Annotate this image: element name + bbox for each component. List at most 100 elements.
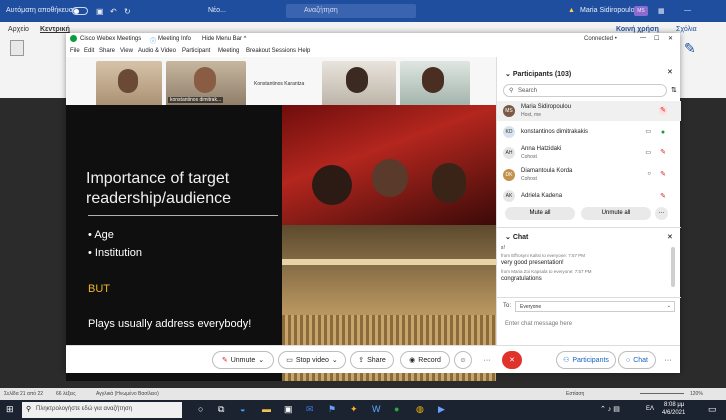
mail-icon[interactable]: ✉ xyxy=(306,404,314,415)
chevron-down-icon: ⌄ xyxy=(666,303,671,309)
hide-menu-bar-button[interactable]: Hide Menu Bar ^ xyxy=(202,36,247,42)
chevron-down-icon[interactable]: ⌄ xyxy=(505,71,513,78)
teams-icon[interactable]: ⚑ xyxy=(328,404,336,415)
webex-app-title: Cisco Webex Meetings xyxy=(80,36,142,42)
store-icon[interactable]: ▣ xyxy=(284,404,293,415)
tab-comments[interactable]: Σχόλια xyxy=(676,26,697,33)
zoom-slider[interactable] xyxy=(640,393,684,394)
mic-muted-icon[interactable]: ✎ xyxy=(659,106,667,115)
close-panel-icon[interactable]: ✕ xyxy=(667,68,673,76)
menu-view[interactable]: View xyxy=(120,48,133,54)
clock-time[interactable]: 8:08 μμ xyxy=(664,402,684,408)
participant-row[interactable]: DK Diamantoula Korda Cohost ○ ✎ xyxy=(497,165,681,185)
participant-row[interactable]: AK Adriela Kadena ✎ xyxy=(497,189,681,204)
language-status[interactable]: Αγγλικά (Ηνωμένο Βασίλειο) xyxy=(96,391,159,397)
menu-meeting[interactable]: Meeting xyxy=(218,48,239,54)
zoom-app-icon[interactable]: ▶ xyxy=(438,404,445,415)
maximize-icon[interactable]: ☐ xyxy=(654,35,659,42)
word-search-box[interactable]: Αναζήτηση xyxy=(286,4,416,18)
mic-active-icon[interactable]: ● xyxy=(659,128,667,137)
leave-meeting-button[interactable]: ✕ xyxy=(502,351,522,369)
notifications-icon[interactable]: ▭ xyxy=(708,404,717,415)
menu-edit[interactable]: Edit xyxy=(84,48,94,54)
chat-message-input[interactable]: Enter chat message here xyxy=(501,317,677,339)
chat-bubble-icon[interactable]: ○ xyxy=(647,171,651,177)
more-options-button[interactable]: ··· xyxy=(660,351,676,369)
chat-button[interactable]: ○ Chat xyxy=(618,351,656,369)
reactions-button[interactable]: ☺ xyxy=(454,351,472,369)
ribbon-display-icon[interactable]: ▦ xyxy=(658,7,665,15)
chevron-down-icon[interactable]: ⌄ xyxy=(505,234,513,241)
redo-icon[interactable]: ↻ xyxy=(124,7,131,16)
participant-row[interactable]: AH Anna Hatzidaki Cohost ▭ ✎ xyxy=(497,143,681,163)
system-tray-icons[interactable]: ⌃ ♪ ▤ xyxy=(600,405,620,413)
close-chat-icon[interactable]: ✕ xyxy=(667,233,673,241)
participant-video-thumb[interactable] xyxy=(400,61,470,109)
minimize-icon[interactable]: — xyxy=(640,35,646,41)
taskbar-search-box[interactable]: ⚲ Πληκτρολογήστε εδώ για αναζήτηση xyxy=(22,402,182,418)
file-explorer-icon[interactable]: ▬ xyxy=(262,404,271,414)
unmute-button[interactable]: ✎ Unmute ⌄ xyxy=(212,351,274,369)
paste-icon[interactable] xyxy=(10,40,24,56)
menu-participant[interactable]: Participant xyxy=(182,48,210,54)
focus-mode[interactable]: Εστίαση xyxy=(566,391,584,397)
word-app-icon[interactable]: W xyxy=(372,404,381,414)
participants-button[interactable]: ⚇ Participants xyxy=(556,351,616,369)
input-language[interactable]: ΕΛ xyxy=(646,406,654,412)
tab-share[interactable]: Κοινή χρήση xyxy=(616,26,659,33)
chrome-icon[interactable]: ◍ xyxy=(416,404,424,415)
menu-audio-video[interactable]: Audio & Video xyxy=(138,48,176,54)
avatar: KD xyxy=(503,126,515,138)
unmute-all-button[interactable]: Unmute all xyxy=(581,207,651,220)
webex-app-icon[interactable]: ● xyxy=(394,404,399,414)
webex-title-bar: Cisco Webex Meetings ⓘ Meeting Info Hide… xyxy=(66,33,680,46)
task-view-icon[interactable]: ⧉ xyxy=(218,404,224,415)
sort-icon[interactable]: ⇅ xyxy=(671,86,677,94)
video-icon[interactable]: ▭ xyxy=(645,149,651,156)
chat-scrollbar[interactable] xyxy=(671,247,675,287)
undo-icon[interactable]: ↶ xyxy=(110,7,117,16)
minimize-icon[interactable]: — xyxy=(684,7,691,14)
editor-icon[interactable]: ✎ xyxy=(684,40,698,56)
more-button[interactable]: ··· xyxy=(478,351,496,369)
share-icon: ⇪ xyxy=(358,357,365,364)
edge-icon[interactable]: ◒ xyxy=(240,404,245,414)
windows-start-icon[interactable]: ⊞ xyxy=(6,404,14,415)
mic-muted-icon[interactable]: ✎ xyxy=(659,148,667,157)
participant-video-thumb[interactable]: konstantinos dimitrak... xyxy=(166,61,246,109)
cortana-icon[interactable]: ○ xyxy=(198,404,203,414)
clock-date[interactable]: 4/6/2021 xyxy=(662,410,685,416)
participant-row[interactable]: MS Maria Sidiropoulou Host, me ✎ xyxy=(497,101,681,121)
participant-video-thumb[interactable] xyxy=(322,61,396,109)
mic-muted-icon[interactable]: ✎ xyxy=(659,170,667,179)
participant-row[interactable]: KD konstantinos dimitrakakis ▭ ● xyxy=(497,125,681,140)
share-button[interactable]: ⇪ Share xyxy=(350,351,394,369)
zoom-level[interactable]: 120% xyxy=(690,391,703,397)
word-count[interactable]: 66 λέξεις xyxy=(56,391,76,397)
participant-name-tile[interactable]: Konstantinos Karantza xyxy=(250,61,320,109)
connection-status[interactable]: Connected • xyxy=(584,36,617,42)
mic-muted-icon[interactable]: ✎ xyxy=(659,192,667,201)
meeting-info-button[interactable]: Meeting Info xyxy=(158,36,191,42)
participant-video-thumb[interactable] xyxy=(96,61,162,109)
menu-file[interactable]: File xyxy=(70,48,80,54)
tab-file[interactable]: Αρχείο xyxy=(8,26,29,33)
close-icon[interactable]: ✕ xyxy=(668,35,673,42)
stop-video-button[interactable]: ▭ Stop video ⌄ xyxy=(278,351,346,369)
record-button[interactable]: ◉ Record xyxy=(400,351,450,369)
more-options-button[interactable]: … xyxy=(655,207,668,220)
chat-meta: from Maria Zoi Kapsala to everyone: 7:57… xyxy=(501,269,592,274)
autosave-toggle[interactable] xyxy=(72,7,88,15)
save-icon[interactable]: ▣ xyxy=(96,7,104,16)
menu-breakout-sessions[interactable]: Breakout Sessions xyxy=(246,48,296,54)
app-icon[interactable]: ✦ xyxy=(350,404,358,415)
mute-all-button[interactable]: Mute all xyxy=(505,207,575,220)
chat-recipient-select[interactable]: Everyone ⌄ xyxy=(515,301,675,312)
menu-share[interactable]: Share xyxy=(99,48,115,54)
page-count[interactable]: Σελίδα 21 από 22 xyxy=(4,391,43,397)
word-user-avatar[interactable]: MS xyxy=(634,6,648,16)
participant-search-input[interactable]: ⚲ Search xyxy=(503,84,667,97)
video-icon[interactable]: ▭ xyxy=(645,128,651,135)
menu-help[interactable]: Help xyxy=(298,48,310,54)
tab-home[interactable]: Κεντρική xyxy=(40,26,70,33)
